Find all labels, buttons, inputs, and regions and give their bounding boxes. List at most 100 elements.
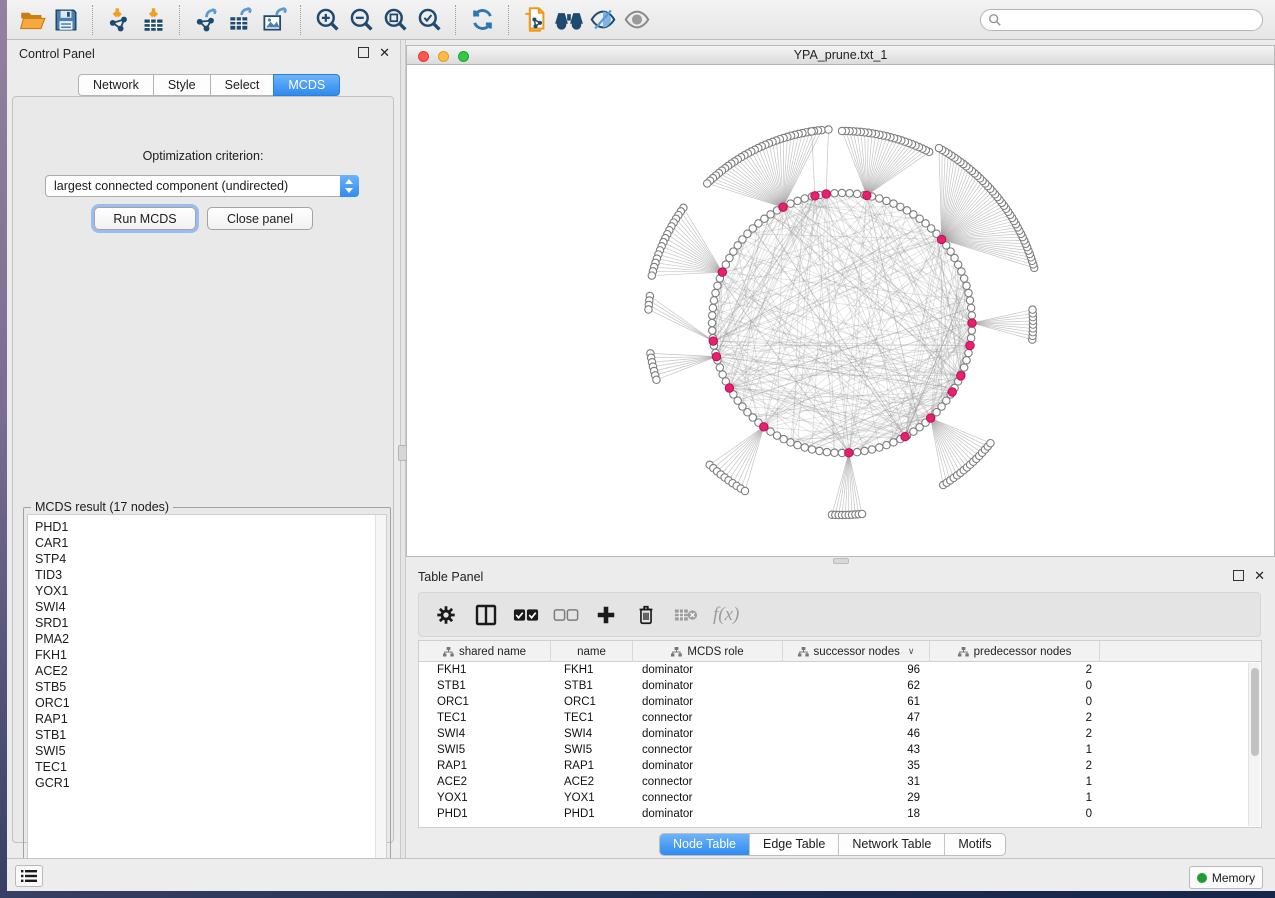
list-icon: [21, 869, 37, 883]
criterion-select[interactable]: largest connected component (undirected): [45, 175, 359, 197]
table-row[interactable]: FKH1FKH1dominator962: [419, 662, 1261, 678]
network-titlebar[interactable]: YPA_prune.txt_1: [407, 46, 1274, 65]
table-row[interactable]: TEC1TEC1connector472: [419, 710, 1261, 726]
table-toolbar: f(x): [418, 592, 1261, 637]
show-graphics-details-button[interactable]: [620, 4, 654, 36]
table-cell: 46: [783, 728, 930, 740]
delete-column-button[interactable]: [633, 602, 659, 628]
run-mcds-button[interactable]: Run MCDS: [94, 207, 196, 230]
column-header-name[interactable]: name: [551, 641, 633, 662]
zoom-in-button[interactable]: [310, 4, 344, 36]
update-view-button[interactable]: [465, 4, 499, 36]
zoom-selected-icon: [416, 6, 443, 33]
table-cell: FKH1: [419, 664, 551, 676]
export-image-icon: [261, 6, 288, 33]
mcds-result-group: MCDS result (17 nodes) PHD1CAR1STP4TID3Y…: [23, 507, 391, 877]
tab-mcds[interactable]: MCDS: [273, 74, 340, 96]
table-cell: SWI5: [419, 744, 551, 756]
close-panel-icon[interactable]: ✕: [1254, 570, 1265, 581]
zoom-fit-button[interactable]: [378, 4, 412, 36]
hide-graphics-details-button[interactable]: [586, 4, 620, 36]
mcds-tab-content: Optimization criterion: largest connecte…: [12, 96, 394, 843]
mcds-result-item: SRD1: [35, 615, 386, 631]
network-canvas[interactable]: [407, 65, 1274, 556]
export-network-icon: [193, 6, 220, 33]
search-box[interactable]: [980, 9, 1263, 31]
table-row[interactable]: YOX1YOX1connector291: [419, 790, 1261, 806]
close-panel-button[interactable]: Close panel: [207, 207, 313, 230]
mcds-result-item: PMA2: [35, 631, 386, 647]
tab-node-table[interactable]: Node Table: [660, 834, 750, 855]
column-header-shared-name[interactable]: shared name: [419, 641, 551, 662]
gear-icon: [435, 604, 457, 626]
select-all-checkboxes-button[interactable]: [513, 602, 539, 628]
split-columns-icon: [474, 603, 498, 627]
control-panel-header: Control Panel ✕: [7, 40, 400, 68]
import-table-button[interactable]: [136, 4, 170, 36]
mcds-result-title: MCDS result (17 nodes): [31, 500, 173, 514]
export-table-button[interactable]: [223, 4, 257, 36]
column-header-MCDS-role[interactable]: MCDS role: [633, 641, 783, 662]
table-row[interactable]: PHD1PHD1dominator180: [419, 806, 1261, 822]
table-scrollbar[interactable]: [1248, 663, 1260, 826]
refresh-icon: [469, 6, 496, 33]
mcds-result-item: SWI4: [35, 599, 386, 615]
table-cell: ACE2: [419, 776, 551, 788]
table-row[interactable]: ORC1ORC1dominator610: [419, 694, 1261, 710]
plus-icon: [595, 604, 617, 626]
table-row[interactable]: SWI5SWI5connector431: [419, 742, 1261, 758]
zoom-selected-button[interactable]: [412, 4, 446, 36]
tab-style[interactable]: Style: [153, 74, 210, 96]
table-row[interactable]: ACE2ACE2connector311: [419, 774, 1261, 790]
table-cell: FKH1: [551, 664, 633, 676]
new-network-from-selection-button[interactable]: [518, 4, 552, 36]
table-cell: 0: [930, 680, 1100, 692]
export-image-button[interactable]: [257, 4, 291, 36]
table-row[interactable]: SWI4SWI4dominator462: [419, 726, 1261, 742]
checked-boxes-icon: [513, 608, 539, 622]
mcds-result-list[interactable]: PHD1CAR1STP4TID3YOX1SWI4SRD1PMA2FKH1ACE2…: [27, 514, 387, 873]
table-cell: PHD1: [551, 808, 633, 820]
save-session-button[interactable]: [49, 4, 83, 36]
table-body: FKH1FKH1dominator962STB1STB1dominator620…: [419, 662, 1261, 822]
float-panel-icon[interactable]: [358, 47, 369, 58]
zoom-out-button[interactable]: [344, 4, 378, 36]
open-folder-icon: [19, 6, 46, 33]
column-header-successor-nodes[interactable]: successor nodes∨: [783, 641, 930, 662]
table-row[interactable]: RAP1RAP1dominator352: [419, 758, 1261, 774]
tab-select[interactable]: Select: [210, 74, 274, 96]
open-file-button[interactable]: [15, 4, 49, 36]
table-row[interactable]: STB1STB1dominator620: [419, 678, 1261, 694]
search-network-button[interactable]: [552, 4, 586, 36]
column-header-predecessor-nodes[interactable]: predecessor nodes: [930, 641, 1100, 662]
criterion-label: Optimization criterion:: [13, 149, 393, 163]
search-input[interactable]: [1002, 11, 1262, 29]
table-cell: RAP1: [551, 760, 633, 772]
table-cell: 1: [930, 776, 1100, 788]
mcds-result-item: TID3: [35, 567, 386, 583]
import-network-button[interactable]: [102, 4, 136, 36]
float-panel-icon[interactable]: [1233, 570, 1244, 581]
mcds-result-item: FKH1: [35, 647, 386, 663]
tab-network[interactable]: Network: [78, 74, 153, 96]
task-history-button[interactable]: [15, 865, 43, 887]
close-panel-icon[interactable]: ✕: [379, 47, 390, 58]
memory-status-icon: [1197, 873, 1207, 883]
table-cell: SWI4: [551, 728, 633, 740]
memory-button[interactable]: Memory: [1189, 866, 1263, 889]
add-column-button[interactable]: [593, 602, 619, 628]
deselect-all-checkboxes-button[interactable]: [553, 602, 579, 628]
split-table-button[interactable]: [473, 602, 499, 628]
export-network-button[interactable]: [189, 4, 223, 36]
table-cell: SWI5: [551, 744, 633, 756]
table-cell: connector: [633, 776, 783, 788]
unchecked-boxes-icon: [553, 608, 579, 622]
tab-network-table[interactable]: Network Table: [839, 834, 945, 855]
table-scrollbar-thumb[interactable]: [1251, 668, 1259, 756]
toolbar-separator: [179, 5, 180, 35]
mcds-list-scrollbar[interactable]: [375, 515, 386, 872]
tab-motifs[interactable]: Motifs: [945, 834, 1004, 855]
tab-edge-table[interactable]: Edge Table: [750, 834, 839, 855]
column-settings-button[interactable]: [433, 602, 459, 628]
network-title: YPA_prune.txt_1: [407, 46, 1274, 65]
